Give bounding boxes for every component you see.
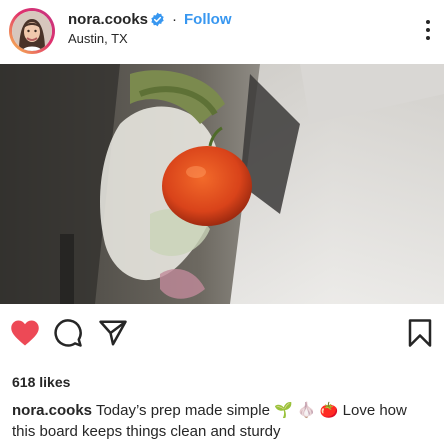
more-options-icon[interactable] xyxy=(421,18,435,42)
action-bar xyxy=(0,304,444,368)
likes-count[interactable]: 618 likes xyxy=(12,374,70,390)
avatar[interactable] xyxy=(12,11,52,51)
caption: nora.cooks Today’s prep made simple 🌱 🧄 … xyxy=(12,400,432,442)
story-ring[interactable] xyxy=(9,8,55,54)
verified-badge-icon xyxy=(151,12,164,27)
post-photo[interactable] xyxy=(0,64,444,304)
post-header: nora.cooks · Follow Austin, TX xyxy=(0,0,444,64)
caption-text: Today’s prep made simple xyxy=(95,402,275,419)
location-link[interactable]: Austin, TX xyxy=(68,31,128,46)
caption-emojis: 🌱 🧄 🍅 xyxy=(274,402,339,419)
send-icon[interactable] xyxy=(98,319,128,347)
heart-icon[interactable] xyxy=(10,319,40,347)
username[interactable]: nora.cooks xyxy=(68,11,148,28)
avatar-image xyxy=(12,11,52,51)
follow-button[interactable]: Follow xyxy=(184,11,232,28)
bookmark-icon[interactable] xyxy=(407,318,433,348)
post-image xyxy=(0,64,444,304)
caption-username[interactable]: nora.cooks xyxy=(12,402,92,419)
separator-dot: · xyxy=(172,11,177,28)
comment-icon[interactable] xyxy=(53,318,83,348)
